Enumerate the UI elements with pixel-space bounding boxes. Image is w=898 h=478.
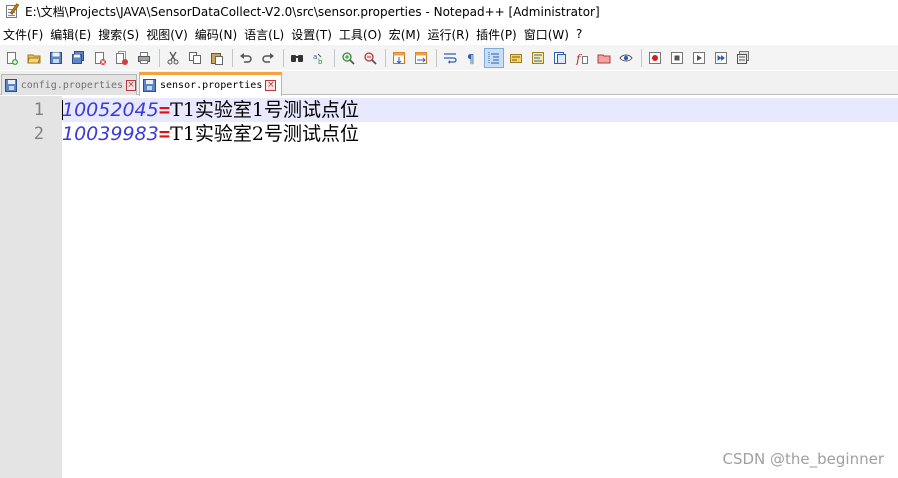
- close-icon[interactable]: [90, 48, 110, 68]
- play-macro-icon[interactable]: [689, 48, 709, 68]
- menu-encoding[interactable]: 编码(N): [194, 26, 243, 43]
- new-file-icon[interactable]: [2, 48, 22, 68]
- line-number: 1: [33, 100, 44, 120]
- saved-file-icon: [5, 78, 17, 92]
- toolbar-separator: [232, 48, 233, 67]
- svg-text:f: f: [575, 52, 583, 65]
- tab-bar: config.properties × sensor.properties ×: [0, 71, 898, 96]
- folder-workspace-icon[interactable]: f: [572, 48, 592, 68]
- copy-icon[interactable]: [185, 48, 205, 68]
- save-macro-icon[interactable]: [733, 48, 753, 68]
- eye-icon[interactable]: [616, 48, 636, 68]
- menu-help[interactable]: ?: [575, 27, 588, 41]
- text-caret: [62, 100, 63, 120]
- tab-label: config.properties: [20, 79, 124, 91]
- show-all-chars-icon[interactable]: ¶: [462, 48, 482, 68]
- editor-area[interactable]: 1 10052045=T1实验室1号测试点位 2 10039983=T1实验室2…: [0, 96, 898, 478]
- undo-icon[interactable]: [236, 48, 256, 68]
- menu-language[interactable]: 语言(L): [243, 26, 290, 43]
- svg-text:¶: ¶: [467, 52, 475, 65]
- toolbar: ab ¶ f: [0, 45, 898, 70]
- menu-edit[interactable]: 编辑(E): [49, 26, 97, 43]
- watermark: CSDN @the_beginner: [722, 450, 885, 468]
- toolbar-separator: [385, 48, 386, 67]
- menu-tools[interactable]: 工具(O): [338, 26, 388, 43]
- monitoring-icon[interactable]: [594, 48, 614, 68]
- paste-icon[interactable]: [207, 48, 227, 68]
- menu-view[interactable]: 视图(V): [145, 26, 194, 43]
- menu-bar: 文件(F) 编辑(E) 搜索(S) 视图(V) 编码(N) 语言(L) 设置(T…: [0, 24, 898, 44]
- tab-label: sensor.properties: [160, 80, 263, 91]
- menu-macro[interactable]: 宏(M): [388, 26, 427, 43]
- menu-settings[interactable]: 设置(T): [290, 26, 338, 43]
- toolbar-separator: [641, 48, 642, 67]
- property-key: 10039983: [62, 123, 159, 145]
- find-icon[interactable]: [287, 48, 307, 68]
- sync-horizontal-icon[interactable]: [411, 48, 431, 68]
- title-bar: E:\文档\Projects\JAVA\SensorDataCollect-V2…: [0, 0, 898, 22]
- run-macro-multiple-icon[interactable]: [711, 48, 731, 68]
- udl-icon[interactable]: [506, 48, 526, 68]
- tab-config-properties[interactable]: config.properties ×: [1, 74, 137, 95]
- window-title: E:\文档\Projects\JAVA\SensorDataCollect-V2…: [25, 4, 600, 19]
- menu-window[interactable]: 窗口(W): [523, 26, 575, 43]
- notepad-app-icon: [4, 3, 20, 19]
- zoom-in-icon[interactable]: [338, 48, 358, 68]
- svg-text:a: a: [313, 53, 317, 61]
- cut-icon[interactable]: [163, 48, 183, 68]
- line-number-gutter: [0, 96, 62, 478]
- editor-line[interactable]: 2 10039983=T1实验室2号测试点位: [0, 122, 898, 146]
- line-content[interactable]: 10052045=T1实验室1号测试点位: [62, 98, 898, 122]
- property-separator: =: [158, 99, 171, 121]
- doc-map-icon[interactable]: [528, 48, 548, 68]
- property-value: T1实验室2号测试点位: [170, 123, 360, 145]
- menu-run[interactable]: 运行(R): [426, 26, 475, 43]
- toolbar-separator: [334, 48, 335, 67]
- svg-text:b: b: [318, 58, 323, 65]
- menu-file[interactable]: 文件(F): [2, 26, 49, 43]
- indent-guide-icon[interactable]: [484, 47, 504, 68]
- tab-sensor-properties[interactable]: sensor.properties ×: [139, 72, 282, 96]
- close-tab-icon[interactable]: ×: [126, 79, 136, 91]
- save-icon[interactable]: [46, 48, 66, 68]
- menu-search[interactable]: 搜索(S): [97, 26, 145, 43]
- print-icon[interactable]: [134, 48, 154, 68]
- line-number: 2: [33, 124, 44, 144]
- zoom-out-icon[interactable]: [360, 48, 380, 68]
- close-all-icon[interactable]: [112, 48, 132, 68]
- property-key: 10052045: [62, 99, 159, 121]
- open-file-icon[interactable]: [24, 48, 44, 68]
- property-separator: =: [158, 123, 171, 145]
- saved-file-icon: [143, 79, 156, 92]
- stop-record-icon[interactable]: [667, 48, 687, 68]
- function-list-icon[interactable]: [550, 48, 570, 68]
- editor-line[interactable]: 1 10052045=T1实验室1号测试点位: [0, 98, 898, 122]
- record-macro-icon[interactable]: [645, 48, 665, 68]
- redo-icon[interactable]: [258, 48, 278, 68]
- close-tab-icon[interactable]: ×: [265, 80, 277, 91]
- save-all-icon[interactable]: [68, 48, 88, 68]
- sync-vertical-icon[interactable]: [389, 48, 409, 68]
- menu-plugins[interactable]: 插件(P): [475, 26, 523, 43]
- replace-icon[interactable]: ab: [309, 48, 329, 68]
- word-wrap-icon[interactable]: [440, 48, 460, 68]
- toolbar-separator: [159, 48, 160, 67]
- toolbar-separator: [436, 48, 437, 67]
- property-value: T1实验室1号测试点位: [170, 99, 360, 121]
- line-content[interactable]: 10039983=T1实验室2号测试点位: [62, 122, 898, 146]
- toolbar-separator: [283, 48, 284, 67]
